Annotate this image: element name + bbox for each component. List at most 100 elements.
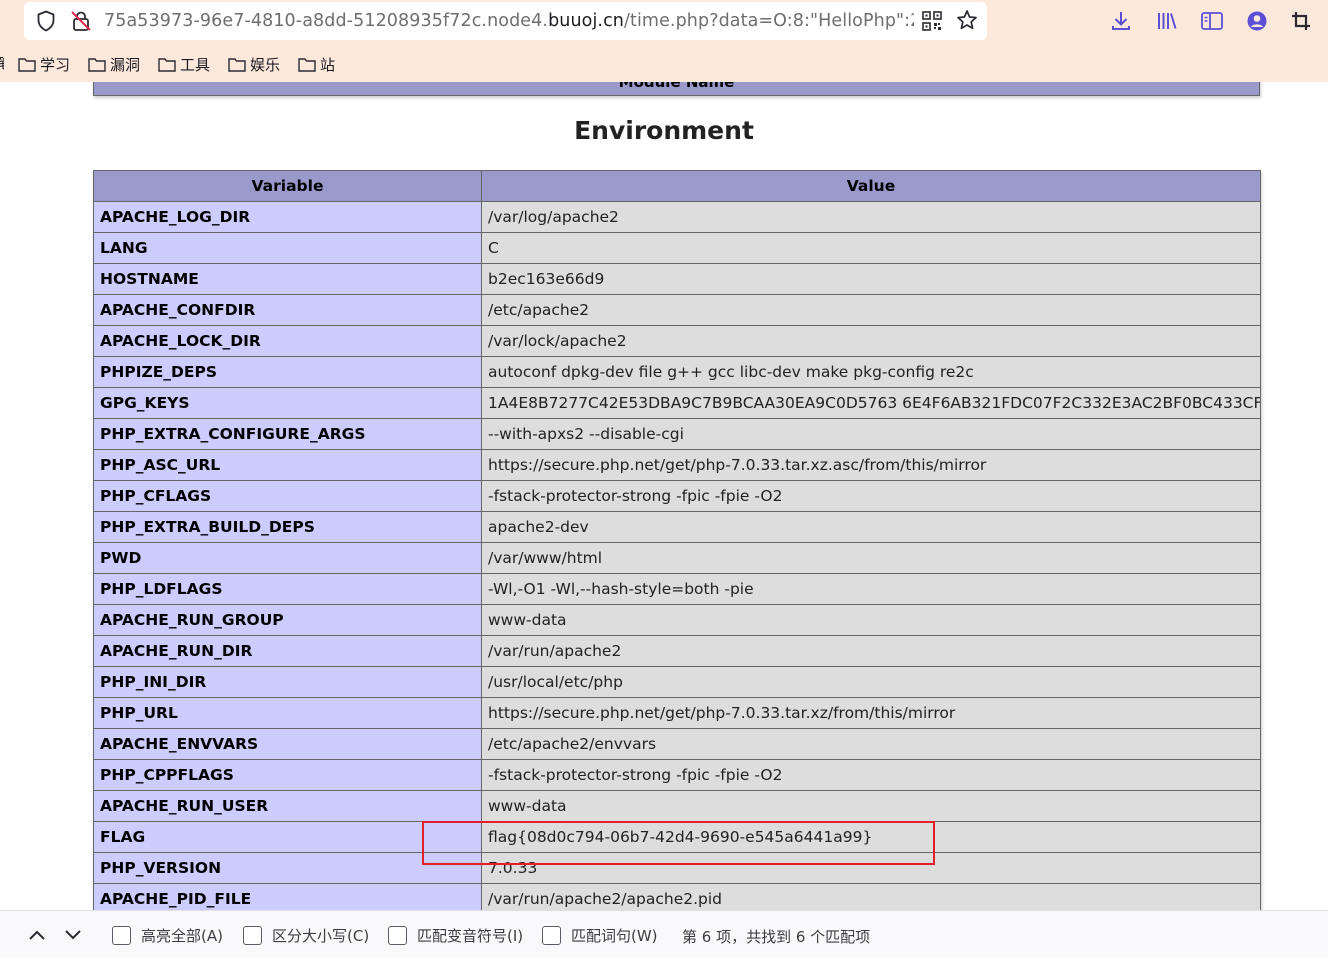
lock-off-icon[interactable] [70, 10, 92, 32]
bookmark-label: 娱乐 [250, 55, 281, 74]
value-cell: /var/log/apache2 [481, 201, 1261, 233]
table-row: APACHE_RUN_GROUP www-data [93, 604, 1261, 636]
bookmark-folder-tools[interactable]: 工具 [158, 52, 210, 76]
value-cell: apache2-dev [481, 511, 1261, 543]
sidebar-icon[interactable] [1200, 10, 1224, 32]
table-body: APACHE_LOG_DIR/var/log/apache2 LANG C HOSTN… [93, 201, 1261, 910]
bookmark-folder-fun[interactable]: 娱乐 [228, 52, 280, 76]
highlight-all-prefix: 高 [141, 927, 157, 945]
bookmarks-bar: 笔 学习 漏洞 工具 娱乐 站 [0, 50, 1328, 76]
account-icon[interactable] [1246, 10, 1268, 32]
variable-cell: PWD [93, 542, 482, 574]
table-row: PHPIZE_DEPS autoconf dpkg-dev file g++ gc… [93, 356, 1261, 388]
variable-cell: FLAG [93, 821, 482, 853]
bookmark-label: 站 [320, 55, 336, 74]
variable-cell: APACHE_RUN_DIR [93, 635, 482, 667]
table-row: HOSTNAME b2ec163e66d9 [93, 263, 1261, 295]
table-row: APACHE_LOG_DIR/var/log/apache2 [93, 201, 1261, 233]
url-text[interactable]: 75a53973-96e7-4810-a8dd-51208935f72c.nod… [104, 9, 914, 33]
table-row: FLAG flag{08d0c794-06b7-42d4-9690-e545a64… [93, 821, 1261, 853]
table-row: PHP_CFLAGS -fstack-protector-strong -fpic… [93, 480, 1261, 512]
find-next-button[interactable] [62, 924, 84, 946]
chevron-down-icon [65, 930, 81, 940]
variable-cell: APACHE_RUN_GROUP [93, 604, 482, 636]
table-row: PHP_INI_DIR/usr/local/etc/php [93, 666, 1261, 698]
variable-cell: PHP_ASC_URL [93, 449, 482, 481]
variable-cell: APACHE_LOCK_DIR [93, 325, 482, 357]
value-cell: /var/lock/apache2 [481, 325, 1261, 357]
variable-cell: GPG_KEYS [93, 387, 482, 419]
value-cell: /var/run/apache2/apache2.pid [481, 883, 1261, 910]
find-bar: 高亮全部(A) 区分大小写(C) 匹配变音符号(I) 匹配词句(W) 第 6 项… [0, 910, 1328, 958]
checkbox-box[interactable] [388, 926, 407, 945]
bookmark-folder-vulns[interactable]: 漏洞 [88, 52, 140, 76]
value-cell: b2ec163e66d9 [481, 263, 1261, 295]
table-row: GPG_KEYS 1A4E8B7277C42E53DBA9C7B9BCAA30EA… [93, 387, 1261, 419]
value-cell: https://secure.php.net/get/php-7.0.33.ta… [481, 449, 1261, 481]
match-diacritics-checkbox[interactable]: 匹配变音符号(I) [388, 925, 523, 946]
url-prefix: 75a53973-96e7-4810-a8dd-51208935f72c.nod… [104, 11, 549, 31]
value-cell: -Wl,-O1 -Wl,--hash-style=both -pie [481, 573, 1261, 605]
table-row: PHP_VERSION 7.0.33 [93, 852, 1261, 884]
value-cell: www-data [481, 604, 1261, 636]
value-cell: -fstack-protector-strong -fpic -fpie -O2 [481, 759, 1261, 791]
value-cell: /var/run/apache2 [481, 635, 1261, 667]
variable-cell: APACHE_PID_FILE [93, 883, 482, 910]
table-row: PHP_CPPFLAGS -fstack-protector-strong -fp… [93, 759, 1261, 791]
checkbox-box[interactable] [243, 926, 262, 945]
find-status-text: 第 6 项，共找到 6 个匹配项 [682, 928, 871, 946]
module-name-header: Module Name [93, 82, 1260, 96]
value-cell: 1A4E8B7277C42E53DBA9C7B9BCAA30EA9C0D5763… [481, 387, 1261, 419]
value-cell: /usr/local/etc/php [481, 666, 1261, 698]
table-row: PHP_EXTRA_BUILD_DEPS apache2-dev [93, 511, 1261, 543]
qr-code-icon[interactable] [922, 11, 942, 31]
crop-icon[interactable] [1290, 10, 1312, 32]
table-row: PHP_URL https://secure.php.net/get/php-7.… [93, 697, 1261, 729]
value-cell: /var/www/html [481, 542, 1261, 574]
highlight-all-checkbox[interactable]: 高亮全部(A) [112, 925, 223, 946]
variable-cell: PHP_CPPFLAGS [93, 759, 482, 791]
table-row: PHP_LDFLAGS -Wl,-O1 -Wl,--hash-style=both… [93, 573, 1261, 605]
highlight-all-label: 亮全部(A) [156, 927, 223, 945]
bookmark-folder-study[interactable]: 学习 [18, 52, 70, 76]
variable-cell: PHP_VERSION [93, 852, 482, 884]
bookmark-label: 漏洞 [110, 55, 141, 74]
value-cell: /etc/apache2/envvars [481, 728, 1261, 760]
match-case-checkbox[interactable]: 区分大小写(C) [243, 925, 369, 946]
variable-cell: APACHE_RUN_USER [93, 790, 482, 822]
phpinfo-page: Module Name Environment Variable Value A… [0, 82, 1328, 910]
variable-cell: PHP_INI_DIR [93, 666, 482, 698]
column-header-variable: Variable [93, 170, 482, 202]
folder-icon [298, 57, 316, 72]
bookmark-folder-sites[interactable]: 站 [298, 52, 335, 76]
folder-icon [158, 57, 176, 72]
table-row: APACHE_ENVVARS/etc/apache2/envvars [93, 728, 1261, 760]
table-row: APACHE_CONFDIR/etc/apache2 [93, 294, 1261, 326]
value-cell: -fstack-protector-strong -fpic -fpie -O2 [481, 480, 1261, 512]
variable-cell: PHP_URL [93, 697, 482, 729]
value-cell: --with-apxs2 --disable-cgi [481, 418, 1261, 450]
folder-icon [228, 57, 246, 72]
shield-icon[interactable] [36, 10, 56, 32]
browser-toolbar: 75a53973-96e7-4810-a8dd-51208935f72c.nod… [0, 0, 1328, 82]
value-cell: autoconf dpkg-dev file g++ gcc libc-dev … [481, 356, 1261, 388]
match-case-label: 区分大小写(C) [272, 927, 370, 945]
whole-words-checkbox[interactable]: 匹配词句(W) [542, 925, 658, 946]
value-cell: 7.0.33 [481, 852, 1261, 884]
download-icon[interactable] [1110, 9, 1132, 33]
variable-cell: APACHE_ENVVARS [93, 728, 482, 760]
folder-icon [88, 57, 106, 72]
table-row: APACHE_PID_FILE/var/run/apache2/apache2.… [93, 883, 1261, 910]
find-previous-button[interactable] [26, 924, 48, 946]
environment-table: Variable Value APACHE_LOG_DIR/var/log/ap… [93, 170, 1261, 910]
checkbox-box[interactable] [112, 926, 131, 945]
checkbox-box[interactable] [542, 926, 561, 945]
chevron-up-icon [29, 930, 45, 940]
module-name-label: Module Name [618, 82, 735, 91]
table-row: APACHE_RUN_USER www-data [93, 790, 1261, 822]
library-icon[interactable] [1156, 10, 1178, 32]
star-icon[interactable] [956, 9, 978, 31]
value-cell: flag{08d0c794-06b7-42d4-9690-e545a6441a9… [481, 821, 1261, 853]
variable-cell: LANG [93, 232, 482, 264]
variable-cell: PHPIZE_DEPS [93, 356, 482, 388]
